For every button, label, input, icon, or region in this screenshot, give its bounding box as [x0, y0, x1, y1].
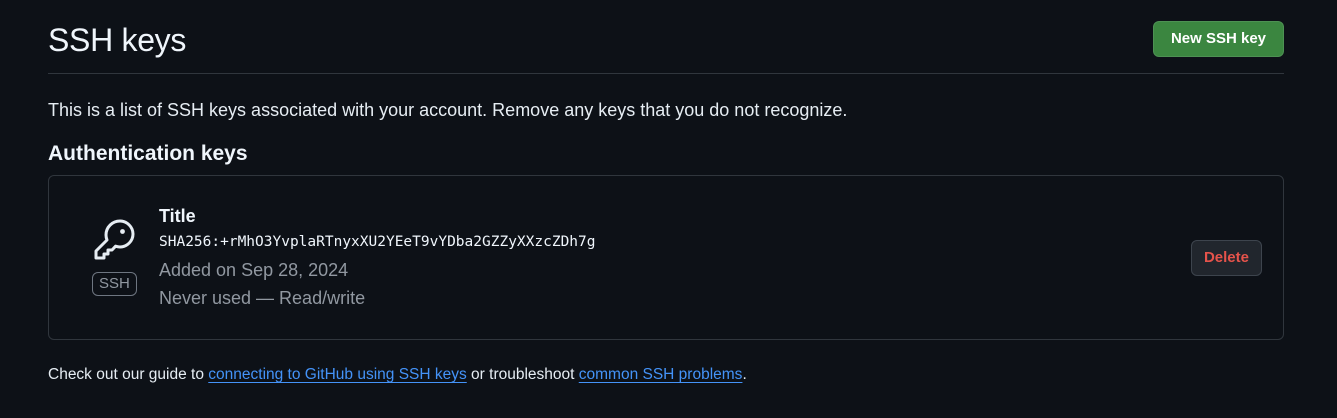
new-ssh-key-button[interactable]: New SSH key	[1152, 21, 1284, 57]
page-title: SSH keys	[48, 22, 187, 58]
ssh-keys-page: SSH keys New SSH key This is a list of S…	[0, 0, 1337, 418]
common-ssh-problems-link[interactable]: common SSH problems	[579, 366, 743, 383]
footer-guide: Check out our guide to connecting to Git…	[48, 364, 747, 386]
key-usage: Never used — Read/write	[159, 288, 366, 308]
key-title: Title	[159, 206, 196, 226]
connecting-ssh-guide-link[interactable]: connecting to GitHub using SSH keys	[208, 366, 466, 383]
key-icon-group: SSH	[89, 216, 141, 300]
key-info: Title SHA256:+rMhO3YvplaRTnyxXU2YEeT9vYD…	[159, 204, 596, 312]
key-icon	[94, 219, 135, 260]
delete-key-button[interactable]: Delete	[1190, 240, 1262, 276]
footer-middle: or troubleshoot	[466, 366, 579, 383]
key-fingerprint: SHA256:+rMhO3YvplaRTnyxXU2YEeT9vYDba2GZZ…	[159, 234, 596, 250]
key-added-date: Added on Sep 28, 2024	[159, 260, 349, 280]
section-title-authentication-keys: Authentication keys	[48, 142, 248, 165]
page-description: This is a list of SSH keys associated wi…	[48, 100, 848, 120]
ssh-key-list-item: SSH Title SHA256:+rMhO3YvplaRTnyxXU2YEeT…	[48, 175, 1284, 340]
ssh-badge: SSH	[92, 272, 137, 296]
page-header: SSH keys New SSH key	[48, 0, 1284, 74]
footer-suffix: .	[742, 366, 747, 383]
footer-prefix: Check out our guide to	[48, 366, 209, 383]
